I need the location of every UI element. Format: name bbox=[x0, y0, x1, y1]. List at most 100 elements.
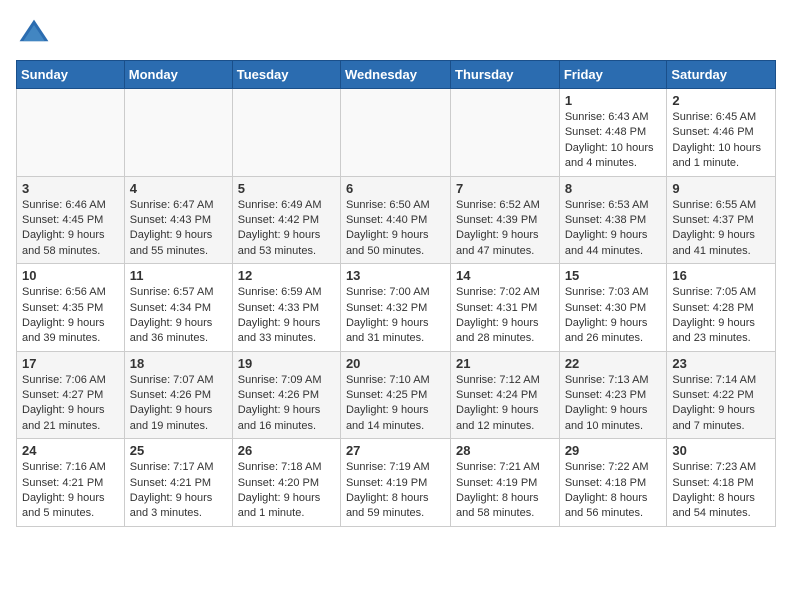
day-info: Sunrise: 7:14 AM Sunset: 4:22 PM Dayligh… bbox=[672, 373, 770, 435]
calendar-day-cell bbox=[17, 89, 125, 177]
calendar-day-cell: 26 Sunrise: 7:18 AM Sunset: 4:20 PM Dayli… bbox=[232, 439, 340, 527]
calendar-week-row: 3Sunrise: 6:46 AM Sunset: 4:45 PM Daylig… bbox=[17, 176, 776, 264]
day-info: Sunrise: 6:46 AM Sunset: 4:45 PM Dayligh… bbox=[22, 198, 119, 260]
day-info: Sunrise: 7:18 AM Sunset: 4:20 PM Dayligh… bbox=[238, 460, 335, 522]
day-info: Sunrise: 7:17 AM Sunset: 4:21 PM Dayligh… bbox=[130, 460, 227, 522]
day-number: 25 bbox=[130, 443, 227, 458]
calendar-day-cell: 30 Sunrise: 7:23 AM Sunset: 4:18 PM Dayli… bbox=[667, 439, 776, 527]
calendar-day-cell: 6 Sunrise: 6:50 AM Sunset: 4:40 PM Daylig… bbox=[340, 176, 450, 264]
calendar-day-cell: 3Sunrise: 6:46 AM Sunset: 4:45 PM Daylig… bbox=[17, 176, 125, 264]
day-number: 9 bbox=[672, 181, 770, 196]
day-info: Sunrise: 7:02 AM Sunset: 4:31 PM Dayligh… bbox=[456, 285, 554, 347]
day-number: 21 bbox=[456, 356, 554, 371]
day-info: Sunrise: 6:47 AM Sunset: 4:43 PM Dayligh… bbox=[130, 198, 227, 260]
calendar-day-cell: 29 Sunrise: 7:22 AM Sunset: 4:18 PM Dayli… bbox=[559, 439, 667, 527]
day-number: 28 bbox=[456, 443, 554, 458]
day-info: Sunrise: 7:03 AM Sunset: 4:30 PM Dayligh… bbox=[565, 285, 662, 347]
day-number: 30 bbox=[672, 443, 770, 458]
calendar-day-cell: 20Sunrise: 7:10 AM Sunset: 4:25 PM Dayli… bbox=[340, 351, 450, 439]
day-number: 26 bbox=[238, 443, 335, 458]
calendar-day-cell: 7 Sunrise: 6:52 AM Sunset: 4:39 PM Daylig… bbox=[451, 176, 560, 264]
day-info: Sunrise: 6:43 AM Sunset: 4:48 PM Dayligh… bbox=[565, 110, 662, 172]
day-number: 1 bbox=[565, 93, 662, 108]
day-info: Sunrise: 7:05 AM Sunset: 4:28 PM Dayligh… bbox=[672, 285, 770, 347]
day-number: 16 bbox=[672, 268, 770, 283]
day-number: 19 bbox=[238, 356, 335, 371]
day-number: 5 bbox=[238, 181, 335, 196]
day-number: 13 bbox=[346, 268, 445, 283]
weekday-header-row: SundayMondayTuesdayWednesdayThursdayFrid… bbox=[17, 61, 776, 89]
calendar-week-row: 24Sunrise: 7:16 AM Sunset: 4:21 PM Dayli… bbox=[17, 439, 776, 527]
calendar-week-row: 10 Sunrise: 6:56 AM Sunset: 4:35 PM Dayli… bbox=[17, 264, 776, 352]
day-info: Sunrise: 6:53 AM Sunset: 4:38 PM Dayligh… bbox=[565, 198, 662, 260]
weekday-header: Tuesday bbox=[232, 61, 340, 89]
day-info: Sunrise: 6:56 AM Sunset: 4:35 PM Dayligh… bbox=[22, 285, 119, 347]
day-info: Sunrise: 7:12 AM Sunset: 4:24 PM Dayligh… bbox=[456, 373, 554, 435]
calendar-day-cell: 14 Sunrise: 7:02 AM Sunset: 4:31 PM Dayli… bbox=[451, 264, 560, 352]
day-info: Sunrise: 6:57 AM Sunset: 4:34 PM Dayligh… bbox=[130, 285, 227, 347]
day-info: Sunrise: 7:07 AM Sunset: 4:26 PM Dayligh… bbox=[130, 373, 227, 435]
day-number: 22 bbox=[565, 356, 662, 371]
day-info: Sunrise: 7:00 AM Sunset: 4:32 PM Dayligh… bbox=[346, 285, 445, 347]
day-info: Sunrise: 6:49 AM Sunset: 4:42 PM Dayligh… bbox=[238, 198, 335, 260]
day-info: Sunrise: 6:55 AM Sunset: 4:37 PM Dayligh… bbox=[672, 198, 770, 260]
weekday-header: Wednesday bbox=[340, 61, 450, 89]
calendar-day-cell: 9 Sunrise: 6:55 AM Sunset: 4:37 PM Daylig… bbox=[667, 176, 776, 264]
day-number: 18 bbox=[130, 356, 227, 371]
weekday-header: Friday bbox=[559, 61, 667, 89]
page-header bbox=[16, 16, 776, 52]
calendar-day-cell: 18 Sunrise: 7:07 AM Sunset: 4:26 PM Dayli… bbox=[124, 351, 232, 439]
calendar-day-cell: 25 Sunrise: 7:17 AM Sunset: 4:21 PM Dayli… bbox=[124, 439, 232, 527]
day-number: 10 bbox=[22, 268, 119, 283]
calendar-day-cell bbox=[340, 89, 450, 177]
day-number: 11 bbox=[130, 268, 227, 283]
day-info: Sunrise: 7:13 AM Sunset: 4:23 PM Dayligh… bbox=[565, 373, 662, 435]
calendar-day-cell bbox=[451, 89, 560, 177]
calendar-day-cell: 13 Sunrise: 7:00 AM Sunset: 4:32 PM Dayli… bbox=[340, 264, 450, 352]
day-info: Sunrise: 7:10 AM Sunset: 4:25 PM Dayligh… bbox=[346, 373, 445, 435]
day-number: 29 bbox=[565, 443, 662, 458]
day-info: Sunrise: 7:19 AM Sunset: 4:19 PM Dayligh… bbox=[346, 460, 445, 522]
logo bbox=[16, 16, 58, 52]
calendar-day-cell: 15 Sunrise: 7:03 AM Sunset: 4:30 PM Dayli… bbox=[559, 264, 667, 352]
day-number: 7 bbox=[456, 181, 554, 196]
calendar-day-cell: 27 Sunrise: 7:19 AM Sunset: 4:19 PM Dayli… bbox=[340, 439, 450, 527]
calendar-table: SundayMondayTuesdayWednesdayThursdayFrid… bbox=[16, 60, 776, 527]
weekday-header: Monday bbox=[124, 61, 232, 89]
weekday-header: Sunday bbox=[17, 61, 125, 89]
day-info: Sunrise: 7:21 AM Sunset: 4:19 PM Dayligh… bbox=[456, 460, 554, 522]
day-info: Sunrise: 6:59 AM Sunset: 4:33 PM Dayligh… bbox=[238, 285, 335, 347]
day-info: Sunrise: 6:52 AM Sunset: 4:39 PM Dayligh… bbox=[456, 198, 554, 260]
day-number: 27 bbox=[346, 443, 445, 458]
calendar-day-cell: 28 Sunrise: 7:21 AM Sunset: 4:19 PM Dayli… bbox=[451, 439, 560, 527]
day-number: 14 bbox=[456, 268, 554, 283]
day-number: 12 bbox=[238, 268, 335, 283]
calendar-day-cell: 19Sunrise: 7:09 AM Sunset: 4:26 PM Dayli… bbox=[232, 351, 340, 439]
calendar-day-cell: 2 Sunrise: 6:45 AM Sunset: 4:46 PM Daylig… bbox=[667, 89, 776, 177]
calendar-day-cell bbox=[232, 89, 340, 177]
calendar-day-cell: 11 Sunrise: 6:57 AM Sunset: 4:34 PM Dayli… bbox=[124, 264, 232, 352]
calendar-day-cell: 4 Sunrise: 6:47 AM Sunset: 4:43 PM Daylig… bbox=[124, 176, 232, 264]
calendar-day-cell bbox=[124, 89, 232, 177]
calendar-day-cell: 5 Sunrise: 6:49 AM Sunset: 4:42 PM Daylig… bbox=[232, 176, 340, 264]
calendar-day-cell: 16 Sunrise: 7:05 AM Sunset: 4:28 PM Dayli… bbox=[667, 264, 776, 352]
calendar-day-cell: 21 Sunrise: 7:12 AM Sunset: 4:24 PM Dayli… bbox=[451, 351, 560, 439]
weekday-header: Thursday bbox=[451, 61, 560, 89]
calendar-day-cell: 12 Sunrise: 6:59 AM Sunset: 4:33 PM Dayli… bbox=[232, 264, 340, 352]
day-number: 24 bbox=[22, 443, 119, 458]
weekday-header: Saturday bbox=[667, 61, 776, 89]
day-info: Sunrise: 7:06 AM Sunset: 4:27 PM Dayligh… bbox=[22, 373, 119, 435]
day-number: 23 bbox=[672, 356, 770, 371]
day-number: 15 bbox=[565, 268, 662, 283]
calendar-day-cell: 8Sunrise: 6:53 AM Sunset: 4:38 PM Daylig… bbox=[559, 176, 667, 264]
calendar-day-cell: 24Sunrise: 7:16 AM Sunset: 4:21 PM Dayli… bbox=[17, 439, 125, 527]
calendar-day-cell: 1 Sunrise: 6:43 AM Sunset: 4:48 PM Daylig… bbox=[559, 89, 667, 177]
day-number: 2 bbox=[672, 93, 770, 108]
calendar-day-cell: 22 Sunrise: 7:13 AM Sunset: 4:23 PM Dayli… bbox=[559, 351, 667, 439]
day-info: Sunrise: 6:45 AM Sunset: 4:46 PM Dayligh… bbox=[672, 110, 770, 172]
day-info: Sunrise: 7:22 AM Sunset: 4:18 PM Dayligh… bbox=[565, 460, 662, 522]
day-number: 6 bbox=[346, 181, 445, 196]
day-info: Sunrise: 7:23 AM Sunset: 4:18 PM Dayligh… bbox=[672, 460, 770, 522]
day-info: Sunrise: 6:50 AM Sunset: 4:40 PM Dayligh… bbox=[346, 198, 445, 260]
day-number: 4 bbox=[130, 181, 227, 196]
